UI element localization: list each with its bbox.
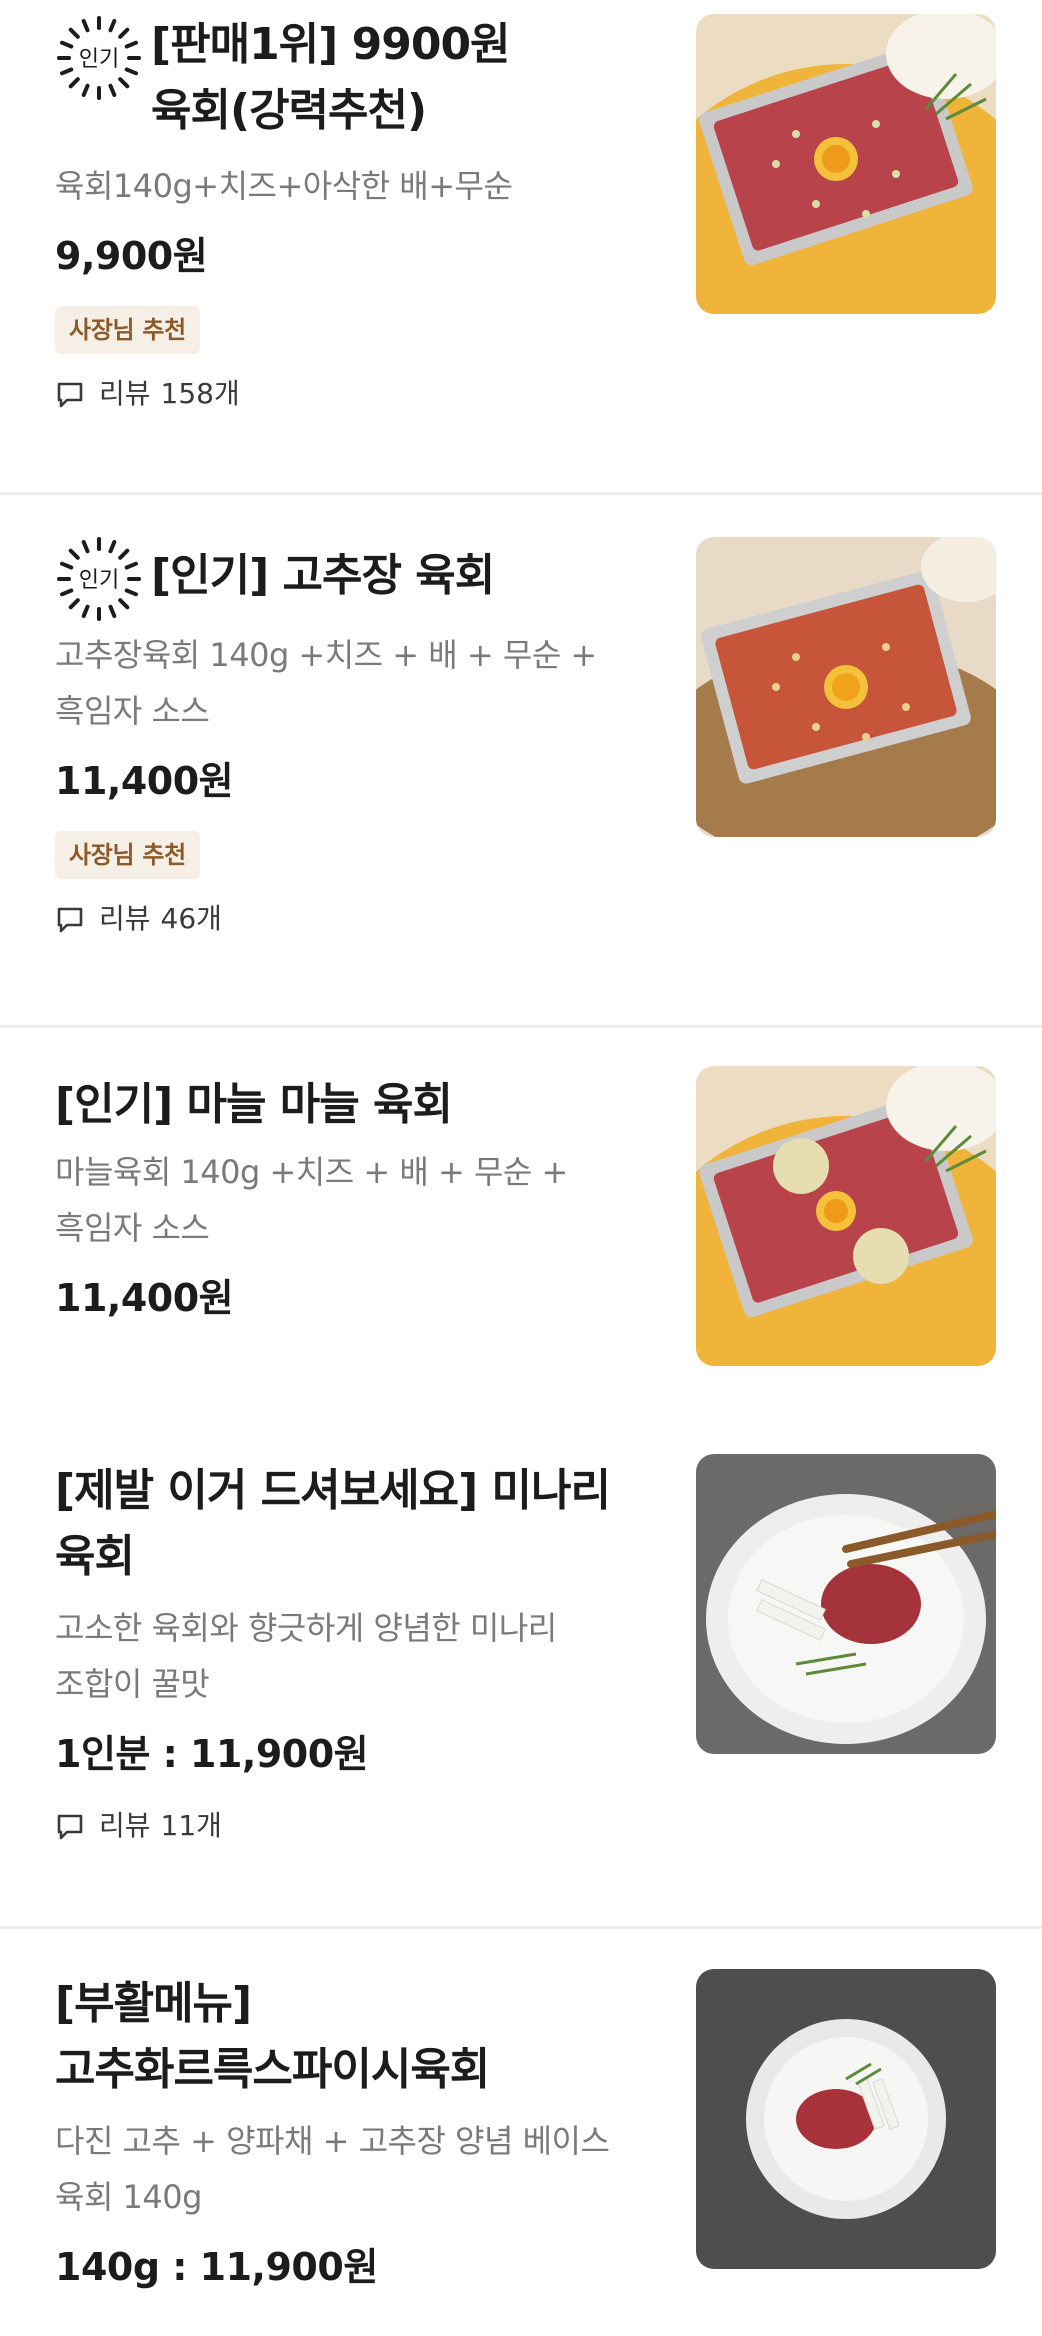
food-photo xyxy=(696,537,996,837)
menu-item[interactable]: [제발 이거 드셔보세요] 미나리 육회 고소한 육회와 향긋하게 양념한 미나… xyxy=(0,1414,1042,1926)
food-photo xyxy=(696,1969,996,2269)
item-description: 고추장육회 140g +치즈 + 배 + 무순 + 흑임자 소스 xyxy=(55,636,597,730)
owner-recommend-tag: 사장님 추천 xyxy=(55,306,200,354)
item-title: [부활메뉴] 고추화르륵스파이시육회 xyxy=(55,1978,490,2095)
review-label: 리뷰 xyxy=(99,1809,151,1842)
item-price: 1인분 : 11,900원 xyxy=(55,1732,369,1776)
item-title: [제발 이거 드셔보세요] 미나리 육회 xyxy=(55,1465,611,1582)
review-label: 리뷰 xyxy=(99,377,151,410)
review-count: 158개 xyxy=(160,377,240,410)
review-count: 11개 xyxy=(160,1809,222,1842)
speech-bubble-icon xyxy=(57,1814,83,1840)
speech-bubble-icon xyxy=(57,382,83,408)
owner-recommend-tag: 사장님 추천 xyxy=(55,831,200,879)
title-row: 인기 [판매1위] 9900원 육회(강력추천) xyxy=(55,12,655,144)
food-photo xyxy=(696,14,996,314)
review-count-row: 리뷰 158개 xyxy=(55,374,655,414)
popular-badge-icon: 인기 xyxy=(55,14,143,102)
menu-item[interactable]: 인기 [판매1위] 9900원 육회(강력추천) 육회140g+치즈+아삭한 배… xyxy=(0,0,1042,492)
item-description: 고소한 육회와 향긋하게 양념한 미나리 조합이 꿀맛 xyxy=(55,1609,557,1703)
menu-item[interactable]: [인기] 마늘 마늘 육회 마늘육회 140g +치즈 + 배 + 무순 + 흑… xyxy=(0,1028,1042,1414)
item-price: 9,900원 xyxy=(55,234,208,278)
food-photo xyxy=(696,1454,996,1754)
item-description: 마늘육회 140g +치즈 + 배 + 무순 + 흑임자 소스 xyxy=(55,1153,568,1247)
food-photo xyxy=(696,1066,996,1366)
item-price: 140g : 11,900원 xyxy=(55,2245,378,2289)
title-row: 인기 [인기] 고추장 육회 xyxy=(55,533,655,623)
menu-item[interactable]: [부활메뉴] 고추화르륵스파이시육회 다진 고추 + 양파채 + 고추장 양념 … xyxy=(0,1929,1042,2336)
popular-badge-icon: 인기 xyxy=(55,535,143,623)
review-count: 46개 xyxy=(160,902,222,935)
review-label: 리뷰 xyxy=(99,902,151,935)
item-price: 11,400원 xyxy=(55,759,234,803)
review-count-row: 리뷰 46개 xyxy=(55,899,655,939)
review-count-row: 리뷰 11개 xyxy=(55,1806,655,1846)
item-title: [인기] 마늘 마늘 육회 xyxy=(55,1079,453,1130)
badge-label: 인기 xyxy=(79,568,119,593)
item-price: 11,400원 xyxy=(55,1276,234,1320)
item-title: [판매1위] 9900원 육회(강력추천) xyxy=(151,19,511,136)
speech-bubble-icon xyxy=(57,907,83,933)
badge-label: 인기 xyxy=(79,47,119,72)
item-description: 다진 고추 + 양파채 + 고추장 양념 베이스 육회 140g xyxy=(55,2122,610,2216)
item-title: [인기] 고추장 육회 xyxy=(151,550,495,601)
menu-item[interactable]: 인기 [인기] 고추장 육회 고추장육회 140g +치즈 + 배 + 무순 +… xyxy=(0,495,1042,1025)
item-description: 육회140g+치즈+아삭한 배+무순 xyxy=(55,167,513,205)
